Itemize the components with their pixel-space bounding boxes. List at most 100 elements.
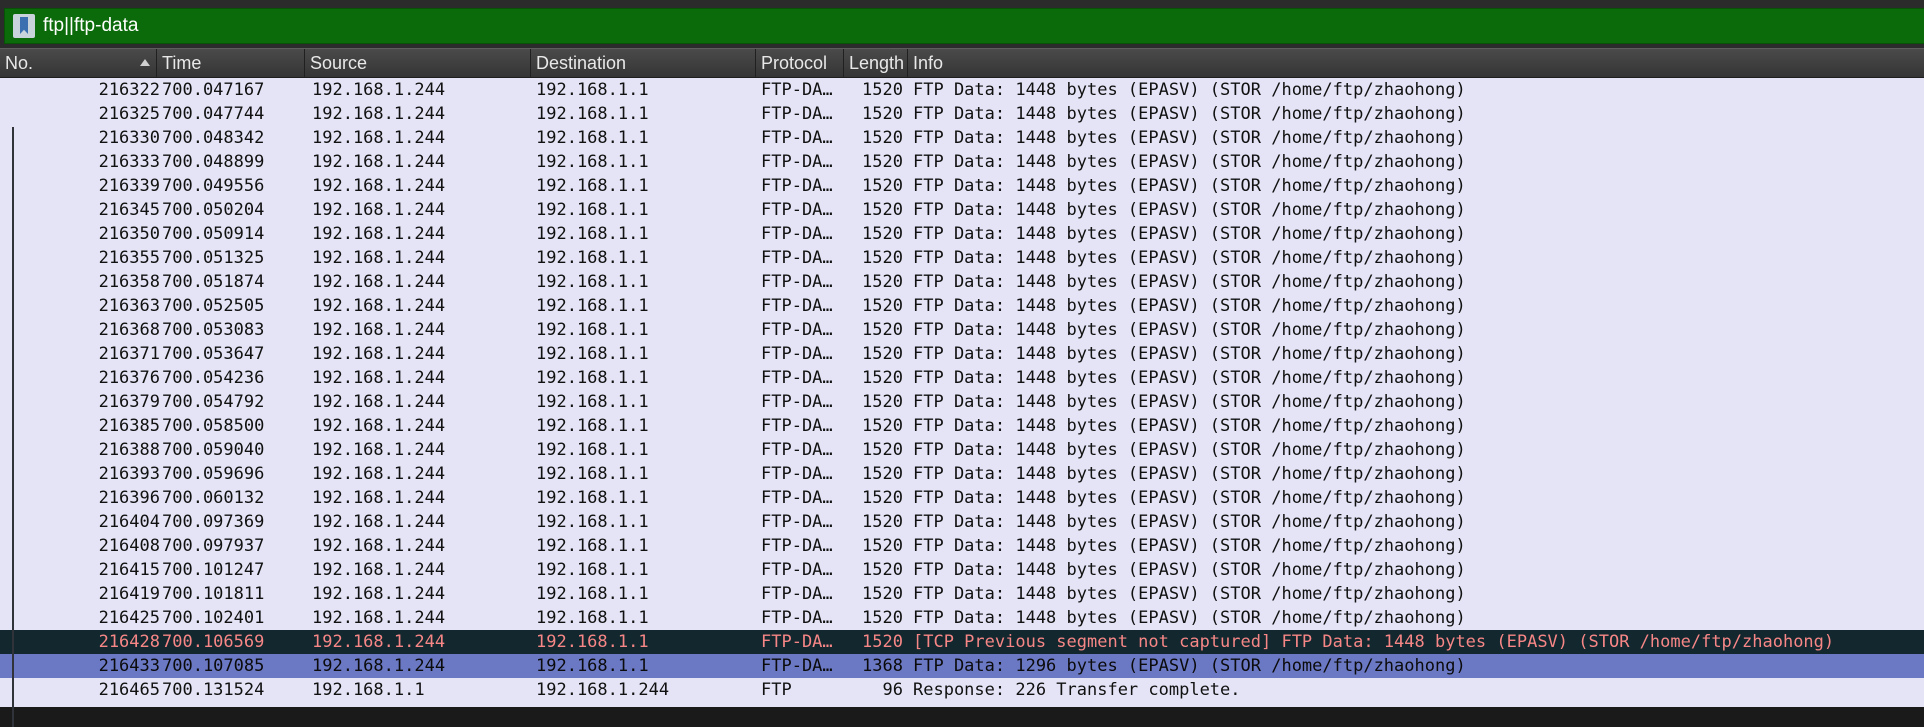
packet-destination-cell: 192.168.1.1 — [536, 272, 649, 292]
packet-row[interactable]: 216404 700.097369 192.168.1.244 192.168.1.1… — [0, 510, 1924, 534]
packet-number-cell: 216379 — [98, 392, 160, 412]
packet-time-cell: 700.097937 — [162, 536, 265, 556]
packet-info-cell: FTP Data: 1448 bytes (EPASV) (STOR /home… — [913, 392, 1466, 412]
packet-length-cell: 1520 — [862, 104, 903, 124]
packet-length-cell: 1520 — [862, 272, 903, 292]
packet-number-cell: 216358 — [98, 272, 160, 292]
packet-row[interactable]: 216333 700.048899 192.168.1.244 192.168.1.1… — [0, 150, 1924, 174]
packet-time-cell: 700.101811 — [162, 584, 265, 604]
packet-row[interactable]: 216363 700.052505 192.168.1.244 192.168.1.1… — [0, 294, 1924, 318]
packet-time-cell: 700.053083 — [162, 320, 265, 340]
column-header-info[interactable]: Info — [908, 49, 1924, 78]
packet-number-cell: 216393 — [98, 464, 160, 484]
packet-time-cell: 700.058500 — [162, 416, 265, 436]
packet-number-cell: 216428 — [98, 632, 160, 652]
packet-number-cell: 216388 — [98, 440, 160, 460]
packet-number-cell: 216415 — [98, 560, 160, 580]
column-header-protocol[interactable]: Protocol — [756, 49, 844, 78]
column-header-source[interactable]: Source — [305, 49, 531, 78]
packet-time-cell: 700.131524 — [162, 680, 265, 700]
packet-info-cell: FTP Data: 1448 bytes (EPASV) (STOR /home… — [913, 272, 1466, 292]
column-header-time[interactable]: Time — [157, 49, 305, 78]
packet-destination-cell: 192.168.1.1 — [536, 200, 649, 220]
packet-row[interactable]: 216428 700.106569 192.168.1.244 192.168.1.1… — [0, 630, 1924, 654]
packet-protocol-cell: FTP-DA… — [761, 368, 833, 388]
packet-source-cell: 192.168.1.244 — [312, 248, 446, 268]
packet-info-cell: FTP Data: 1448 bytes (EPASV) (STOR /home… — [913, 152, 1466, 172]
column-header-destination[interactable]: Destination — [531, 49, 756, 78]
packet-info-cell: FTP Data: 1448 bytes (EPASV) (STOR /home… — [913, 560, 1466, 580]
column-header-length[interactable]: Length — [844, 49, 908, 78]
packet-length-cell: 1520 — [862, 224, 903, 244]
packet-source-cell: 192.168.1.244 — [312, 200, 446, 220]
packet-row[interactable]: 216396 700.060132 192.168.1.244 192.168.1.1… — [0, 486, 1924, 510]
packet-row[interactable]: 216358 700.051874 192.168.1.244 192.168.1.1… — [0, 270, 1924, 294]
packet-row[interactable]: 216350 700.050914 192.168.1.244 192.168.1.1… — [0, 222, 1924, 246]
packet-length-cell: 1520 — [862, 536, 903, 556]
packet-number-cell: 216408 — [98, 536, 160, 556]
packet-source-cell: 192.168.1.244 — [312, 152, 446, 172]
packet-number-cell: 216371 — [98, 344, 160, 364]
bookmark-icon[interactable] — [13, 14, 35, 38]
packet-row[interactable]: 216325 700.047744 192.168.1.244 192.168.1.1… — [0, 102, 1924, 126]
packet-row[interactable]: 216408 700.097937 192.168.1.244 192.168.1.1… — [0, 534, 1924, 558]
packet-protocol-cell: FTP-DA… — [761, 176, 833, 196]
packet-length-cell: 1520 — [862, 152, 903, 172]
packet-source-cell: 192.168.1.1 — [312, 680, 425, 700]
packet-row[interactable]: 216385 700.058500 192.168.1.244 192.168.1.1… — [0, 414, 1924, 438]
packet-protocol-cell: FTP-DA… — [761, 152, 833, 172]
packet-destination-cell: 192.168.1.1 — [536, 584, 649, 604]
packet-info-cell: FTP Data: 1296 bytes (EPASV) (STOR /home… — [913, 656, 1466, 676]
packet-info-cell: FTP Data: 1448 bytes (EPASV) (STOR /home… — [913, 80, 1466, 100]
column-header-label: Destination — [536, 53, 627, 73]
packet-source-cell: 192.168.1.244 — [312, 224, 446, 244]
packet-row[interactable]: 216425 700.102401 192.168.1.244 192.168.1.1… — [0, 606, 1924, 630]
packet-length-cell: 1520 — [862, 128, 903, 148]
packet-source-cell: 192.168.1.244 — [312, 632, 446, 652]
packet-source-cell: 192.168.1.244 — [312, 656, 446, 676]
packet-length-cell: 1520 — [862, 488, 903, 508]
packet-info-cell: FTP Data: 1448 bytes (EPASV) (STOR /home… — [913, 296, 1466, 316]
packet-row[interactable]: 216433 700.107085 192.168.1.244 192.168.1.1… — [0, 654, 1924, 678]
packet-row[interactable]: 216388 700.059040 192.168.1.244 192.168.1.1… — [0, 438, 1924, 462]
packet-row[interactable]: 216419 700.101811 192.168.1.244 192.168.1.1… — [0, 582, 1924, 606]
packet-length-cell: 1520 — [862, 608, 903, 628]
packet-row[interactable]: 216345 700.050204 192.168.1.244 192.168.1.1… — [0, 198, 1924, 222]
packet-info-cell: FTP Data: 1448 bytes (EPASV) (STOR /home… — [913, 344, 1466, 364]
packet-time-cell: 700.059040 — [162, 440, 265, 460]
packet-number-cell: 216333 — [98, 152, 160, 172]
packet-protocol-cell: FTP-DA… — [761, 320, 833, 340]
packet-number-cell: 216350 — [98, 224, 160, 244]
packet-row[interactable]: 216330 700.048342 192.168.1.244 192.168.1.1… — [0, 126, 1924, 150]
display-filter-field[interactable] — [4, 8, 1924, 44]
packet-info-cell: [TCP Previous segment not captured] FTP … — [913, 632, 1835, 652]
packet-source-cell: 192.168.1.244 — [312, 272, 446, 292]
packet-row[interactable]: 216415 700.101247 192.168.1.244 192.168.1.1… — [0, 558, 1924, 582]
packet-protocol-cell: FTP-DA… — [761, 104, 833, 124]
packet-row[interactable]: 216322 700.047167 192.168.1.244 192.168.1.1… — [0, 78, 1924, 102]
packet-row[interactable]: 216379 700.054792 192.168.1.244 192.168.1.1… — [0, 390, 1924, 414]
packet-time-cell: 700.053647 — [162, 344, 265, 364]
packet-time-cell: 700.049556 — [162, 176, 265, 196]
packet-row[interactable]: 216368 700.053083 192.168.1.244 192.168.1.1… — [0, 318, 1924, 342]
packet-info-cell: Response: 226 Transfer complete. — [913, 680, 1241, 700]
packet-time-cell: 700.048342 — [162, 128, 265, 148]
packet-info-cell: FTP Data: 1448 bytes (EPASV) (STOR /home… — [913, 128, 1466, 148]
packet-rows: 216322 700.047167 192.168.1.244 192.168.1.1… — [0, 78, 1924, 702]
packet-row[interactable]: 216376 700.054236 192.168.1.244 192.168.1.1… — [0, 366, 1924, 390]
packet-destination-cell: 192.168.1.1 — [536, 296, 649, 316]
packet-row[interactable]: 216371 700.053647 192.168.1.244 192.168.1.1… — [0, 342, 1924, 366]
packet-source-cell: 192.168.1.244 — [312, 464, 446, 484]
display-filter-input[interactable] — [43, 9, 1843, 43]
column-header-no[interactable]: No. — [0, 49, 157, 78]
packet-info-cell: FTP Data: 1448 bytes (EPASV) (STOR /home… — [913, 320, 1466, 340]
packet-row[interactable]: 216393 700.059696 192.168.1.244 192.168.1.1… — [0, 462, 1924, 486]
packet-row[interactable]: 216339 700.049556 192.168.1.244 192.168.1.1… — [0, 174, 1924, 198]
packet-time-cell: 700.050914 — [162, 224, 265, 244]
packet-list: No. Time Source Destination Protocol Len… — [0, 48, 1924, 727]
packet-time-cell: 700.107085 — [162, 656, 265, 676]
packet-source-cell: 192.168.1.244 — [312, 416, 446, 436]
packet-row[interactable]: 216355 700.051325 192.168.1.244 192.168.1.1… — [0, 246, 1924, 270]
packet-row[interactable]: 216465 700.131524 192.168.1.1 192.168.1.244… — [0, 678, 1924, 702]
packet-time-cell: 700.097369 — [162, 512, 265, 532]
